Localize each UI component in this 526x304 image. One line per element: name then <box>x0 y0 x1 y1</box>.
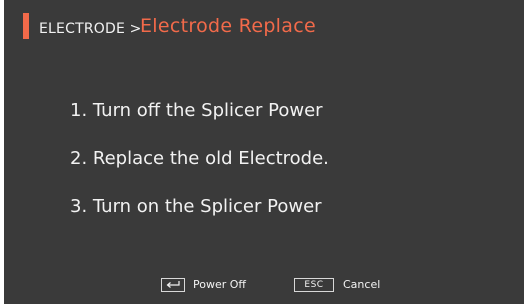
power-off-label[interactable]: Power Off <box>193 278 246 292</box>
breadcrumb: ELECTRODE > <box>39 21 142 37</box>
enter-key-icon[interactable] <box>161 278 185 292</box>
footer-key-hints: Power Off ESC Cancel <box>4 276 524 296</box>
page-title: Electrode Replace <box>140 15 316 37</box>
instruction-list: 1. Turn off the Splicer Power 2. Replace… <box>70 100 329 244</box>
instruction-step-2: 2. Replace the old Electrode. <box>70 148 329 169</box>
enter-arrow-icon <box>166 281 180 288</box>
header: ELECTRODE > Electrode Replace <box>4 0 524 44</box>
electrode-replace-screen: ELECTRODE > Electrode Replace 1. Turn of… <box>4 0 524 304</box>
header-accent-bar <box>23 13 29 39</box>
instruction-step-1: 1. Turn off the Splicer Power <box>70 100 323 121</box>
cancel-label[interactable]: Cancel <box>343 278 380 292</box>
esc-key-icon[interactable]: ESC <box>294 278 334 292</box>
instruction-step-3: 3. Turn on the Splicer Power <box>70 196 322 217</box>
